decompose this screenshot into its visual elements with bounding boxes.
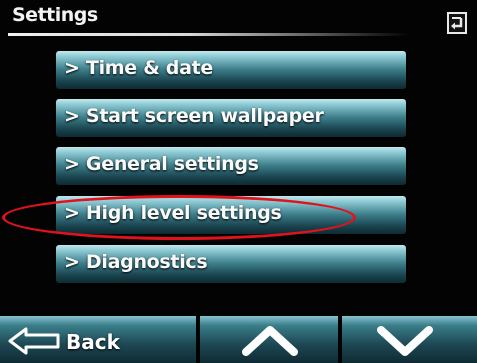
menu-item-time-date[interactable]: > Time & date — [56, 51, 406, 89]
menu-item-label: > Diagnostics — [64, 251, 208, 273]
menu-item-label: > Time & date — [64, 57, 213, 79]
back-button[interactable]: Back — [0, 316, 196, 363]
page-title: Settings — [12, 4, 98, 26]
chevron-down-icon — [377, 326, 433, 356]
title-underline — [8, 33, 410, 36]
header-bar: Settings — [0, 0, 477, 46]
return-button[interactable] — [447, 12, 467, 34]
footer-bar: Back — [0, 316, 477, 363]
menu-item-start-screen-wallpaper[interactable]: > Start screen wallpaper — [56, 99, 406, 137]
highlight-ring — [2, 195, 356, 240]
menu-item-diagnostics[interactable]: > Diagnostics — [56, 245, 406, 283]
scroll-down-button[interactable] — [342, 316, 477, 363]
scroll-up-button[interactable] — [200, 316, 338, 363]
chevron-up-icon — [242, 326, 298, 356]
menu-item-label: > Start screen wallpaper — [64, 105, 324, 127]
menu-item-general-settings[interactable]: > General settings — [56, 147, 406, 185]
settings-screen: Settings > Time & date > Start screen wa… — [0, 0, 477, 363]
back-arrow-icon — [8, 327, 60, 355]
return-arrow-icon — [447, 12, 467, 34]
menu-item-label: > General settings — [64, 153, 259, 175]
back-label: Back — [66, 330, 120, 354]
